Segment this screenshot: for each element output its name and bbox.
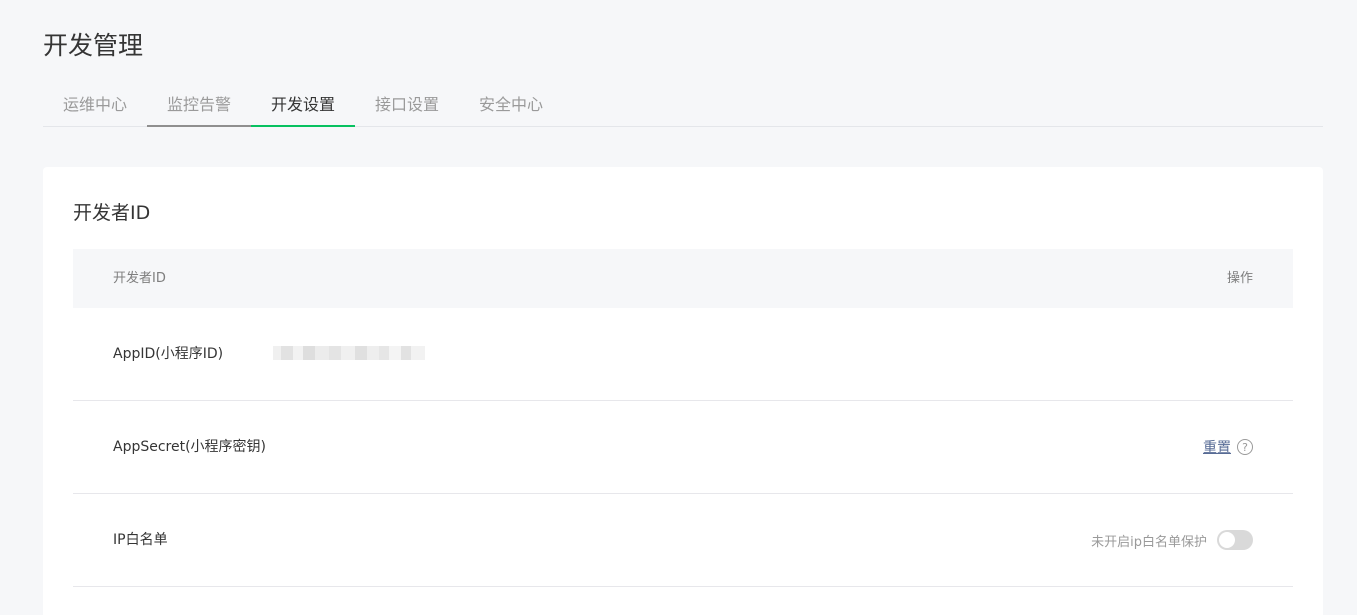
tab-monitor-alerts[interactable]: 监控告警 — [147, 88, 251, 127]
dev-management-page: 开发管理 运维中心 监控告警 开发设置 接口设置 安全中心 开发者ID 开发者I… — [0, 0, 1357, 615]
ip-whitelist-toggle[interactable] — [1217, 530, 1253, 550]
tab-dev-settings[interactable]: 开发设置 — [251, 88, 355, 127]
ip-whitelist-actions: 未开启ip白名单保护 — [1091, 494, 1253, 586]
section-title: 开发者ID — [73, 202, 151, 224]
ip-whitelist-status: 未开启ip白名单保护 — [1091, 534, 1207, 550]
ip-whitelist-label: IP白名单 — [113, 532, 168, 548]
appsecret-label: AppSecret(小程序密钥) — [113, 439, 267, 455]
page-title: 开发管理 — [43, 31, 144, 60]
masked-pixels — [273, 342, 427, 364]
appid-label: AppID(小程序ID) — [113, 346, 224, 362]
developer-id-table: 开发者ID 操作 AppID(小程序ID) AppSecret(小程序密钥) 重… — [73, 249, 1293, 587]
appid-value-masked — [273, 342, 427, 364]
toggle-knob — [1219, 532, 1235, 548]
developer-id-card: 开发者ID 开发者ID 操作 AppID(小程序ID) AppSecret(小程… — [43, 167, 1323, 615]
column-header-action: 操作 — [1226, 271, 1253, 286]
table-row-appid: AppID(小程序ID) — [73, 308, 1293, 401]
tab-ops-center[interactable]: 运维中心 — [43, 88, 147, 126]
question-circle-icon[interactable]: ? — [1237, 439, 1253, 455]
table-header: 开发者ID 操作 — [73, 249, 1293, 308]
table-row-ip-whitelist: IP白名单 未开启ip白名单保护 — [73, 494, 1293, 587]
tab-bar: 运维中心 监控告警 开发设置 接口设置 安全中心 — [43, 88, 1323, 127]
tab-api-settings[interactable]: 接口设置 — [355, 88, 459, 126]
tab-security-center[interactable]: 安全中心 — [459, 88, 563, 126]
appsecret-actions: 重置 ? — [1203, 401, 1253, 493]
reset-link[interactable]: 重置 — [1203, 437, 1231, 457]
table-row-appsecret: AppSecret(小程序密钥) 重置 ? — [73, 401, 1293, 494]
column-header-developer-id: 开发者ID — [113, 271, 166, 286]
